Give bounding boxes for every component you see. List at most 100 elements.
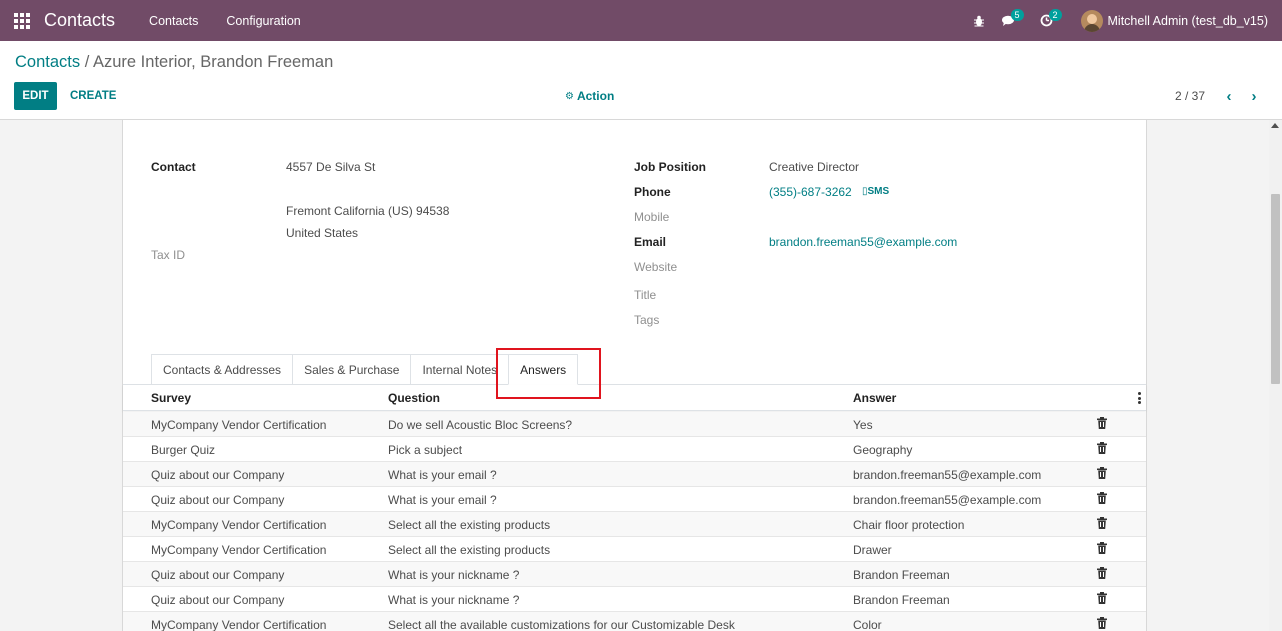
action-button[interactable]: ⚙ Action xyxy=(565,82,614,110)
answers-table-header: Survey Question Answer xyxy=(123,385,1146,411)
optional-columns-icon[interactable] xyxy=(1138,392,1141,404)
title-label: Title xyxy=(634,288,657,302)
table-row[interactable]: Burger Quiz Pick a subject Geography xyxy=(123,437,1146,462)
email-label: Email xyxy=(634,235,667,249)
column-question[interactable]: Question xyxy=(388,391,440,405)
survey-cell: Burger Quiz xyxy=(151,443,216,457)
answer-cell: Color xyxy=(853,618,882,631)
form-sheet: Contact 4557 De Silva St Fremont Califor… xyxy=(122,120,1147,631)
user-menu[interactable]: Mitchell Admin (test_db_v15) xyxy=(1108,14,1269,28)
user-avatar[interactable] xyxy=(1080,9,1103,32)
messages-badge: 5 xyxy=(1010,9,1024,21)
question-cell: Select all the available customizations … xyxy=(388,618,735,631)
pager-next-icon[interactable]: › xyxy=(1245,86,1263,106)
menu-contacts[interactable]: Contacts xyxy=(149,14,198,28)
job-position-label: Job Position xyxy=(634,160,706,174)
tab-answers[interactable]: Answers xyxy=(508,354,579,385)
trash-icon[interactable] xyxy=(1097,442,1107,454)
sms-label: SMS xyxy=(867,186,890,197)
answer-cell: Brandon Freeman xyxy=(853,593,950,607)
answer-cell: brandon.freeman55@example.com xyxy=(853,468,1042,482)
question-cell: Select all the existing products xyxy=(388,543,551,557)
top-navbar: Contacts Contacts Configuration 5 2 Mitc… xyxy=(0,0,1282,41)
table-row[interactable]: MyCompany Vendor Certification Select all… xyxy=(123,612,1146,631)
page-scrollbar[interactable] xyxy=(1269,120,1282,631)
trash-icon[interactable] xyxy=(1097,617,1107,629)
chat-icon[interactable]: 5 xyxy=(995,0,1024,41)
scroll-thumb[interactable] xyxy=(1271,194,1280,384)
scroll-up-icon[interactable] xyxy=(1271,123,1279,128)
survey-cell: MyCompany Vendor Certification xyxy=(151,618,327,631)
activities-badge: 2 xyxy=(1048,9,1062,21)
table-row[interactable]: Quiz about our Company What is your nickn… xyxy=(123,587,1146,612)
clock-icon[interactable]: 2 xyxy=(1033,0,1062,41)
mobile-label: Mobile xyxy=(634,210,670,224)
breadcrumb-separator: / xyxy=(84,53,90,71)
sms-button[interactable]: ▯SMS xyxy=(862,186,889,197)
trash-icon[interactable] xyxy=(1097,492,1107,504)
breadcrumb-current: Azure Interior, Brandon Freeman xyxy=(93,53,334,71)
answer-cell: brandon.freeman55@example.com xyxy=(853,493,1042,507)
answer-cell: Chair floor protection xyxy=(853,518,965,532)
create-button[interactable]: CREATE xyxy=(70,82,116,110)
tab-contacts-addresses[interactable]: Contacts & Addresses xyxy=(151,354,293,385)
question-cell: What is your nickname ? xyxy=(388,593,520,607)
table-row[interactable]: Quiz about our Company What is your nickn… xyxy=(123,562,1146,587)
bug-icon[interactable] xyxy=(965,0,993,41)
table-row[interactable]: MyCompany Vendor Certification Do we sell… xyxy=(123,412,1146,437)
tab-internal-notes[interactable]: Internal Notes xyxy=(410,354,509,385)
app-name[interactable]: Contacts xyxy=(44,10,115,31)
survey-cell: Quiz about our Company xyxy=(151,493,285,507)
trash-icon[interactable] xyxy=(1097,592,1107,604)
column-survey[interactable]: Survey xyxy=(151,391,191,405)
form-view: Contact 4557 De Silva St Fremont Califor… xyxy=(0,120,1282,631)
tags-label: Tags xyxy=(634,313,660,327)
breadcrumb-contacts[interactable]: Contacts xyxy=(15,53,80,71)
table-row[interactable]: Quiz about our Company What is your email… xyxy=(123,487,1146,512)
question-cell: Pick a subject xyxy=(388,443,463,457)
apps-grid-icon[interactable] xyxy=(14,12,30,29)
table-row[interactable]: MyCompany Vendor Certification Select all… xyxy=(123,512,1146,537)
trash-icon[interactable] xyxy=(1097,542,1107,554)
menu-configuration[interactable]: Configuration xyxy=(226,14,300,28)
pager-value[interactable]: 2 / 37 xyxy=(1175,82,1205,110)
question-cell: What is your email ? xyxy=(388,468,497,482)
tax-id-label: Tax ID xyxy=(151,248,186,262)
question-cell: Do we sell Acoustic Bloc Screens? xyxy=(388,418,573,432)
website-label: Website xyxy=(634,260,678,274)
question-cell: Select all the existing products xyxy=(388,518,551,532)
survey-cell: MyCompany Vendor Certification xyxy=(151,418,327,432)
action-label: Action xyxy=(576,89,615,103)
trash-icon[interactable] xyxy=(1097,467,1107,479)
pager-previous-icon[interactable]: ‹ xyxy=(1220,86,1238,106)
answer-cell: Yes xyxy=(853,418,873,432)
address-street: 4557 De Silva St xyxy=(286,160,376,174)
address-city-line: Fremont California (US) 94538 xyxy=(286,204,450,218)
survey-cell: Quiz about our Company xyxy=(151,468,285,482)
contact-label: Contact xyxy=(151,160,196,174)
phone-label: Phone xyxy=(634,185,671,199)
job-position-value: Creative Director xyxy=(769,160,860,174)
control-panel: Contacts / Azure Interior, Brandon Freem… xyxy=(0,41,1282,120)
survey-cell: Quiz about our Company xyxy=(151,568,285,582)
answer-cell: Brandon Freeman xyxy=(853,568,950,582)
survey-cell: Quiz about our Company xyxy=(151,593,285,607)
notebook-tabs: Contacts & Addresses Sales & Purchase In… xyxy=(151,354,579,385)
phone-link[interactable]: (355)-687-3262 xyxy=(769,185,852,199)
trash-icon[interactable] xyxy=(1097,567,1107,579)
answer-cell: Geography xyxy=(853,443,913,457)
survey-cell: MyCompany Vendor Certification xyxy=(151,518,327,532)
edit-button[interactable]: EDIT xyxy=(14,82,57,110)
answer-cell: Drawer xyxy=(853,543,892,557)
column-answer[interactable]: Answer xyxy=(853,391,896,405)
trash-icon[interactable] xyxy=(1097,417,1107,429)
gear-icon: ⚙ xyxy=(565,90,574,102)
tab-sales-purchase[interactable]: Sales & Purchase xyxy=(292,354,411,385)
breadcrumb: Contacts / Azure Interior, Brandon Freem… xyxy=(15,53,333,72)
trash-icon[interactable] xyxy=(1097,517,1107,529)
question-cell: What is your nickname ? xyxy=(388,568,520,582)
table-row[interactable]: Quiz about our Company What is your email… xyxy=(123,462,1146,487)
survey-cell: MyCompany Vendor Certification xyxy=(151,543,327,557)
email-link[interactable]: brandon.freeman55@example.com xyxy=(769,235,957,249)
table-row[interactable]: MyCompany Vendor Certification Select all… xyxy=(123,537,1146,562)
